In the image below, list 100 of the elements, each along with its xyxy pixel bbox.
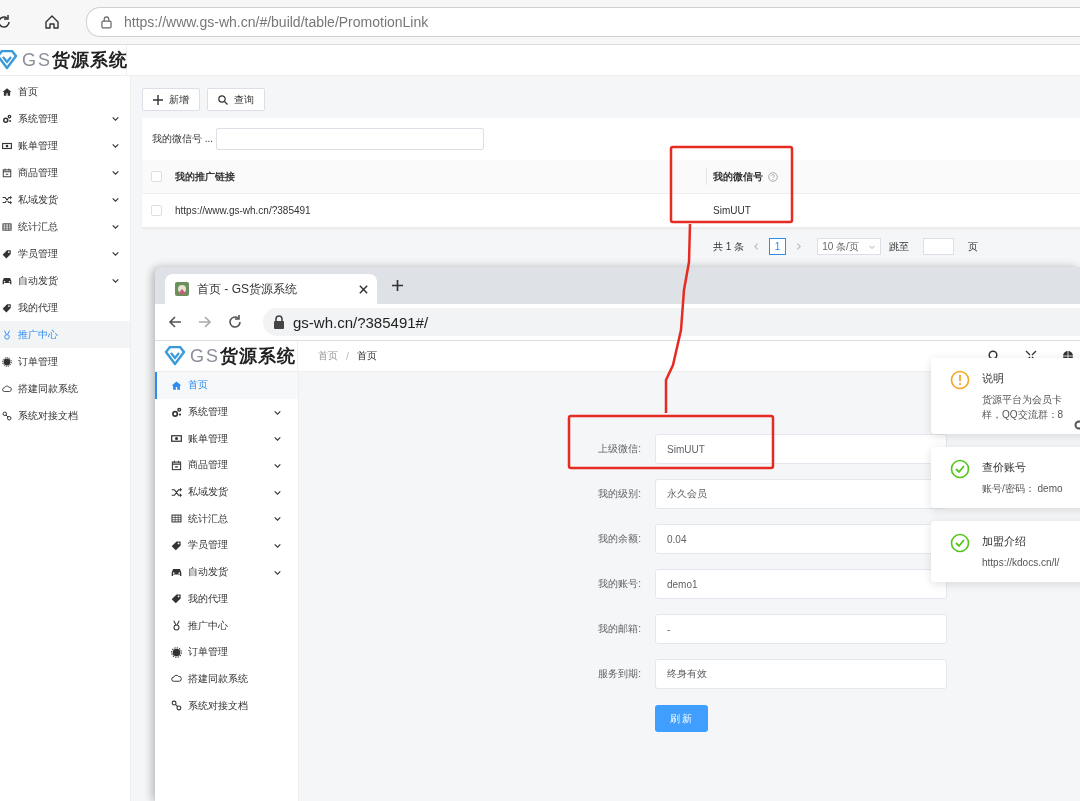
lock-icon [273, 315, 285, 329]
cloud-icon [171, 673, 182, 685]
sidebar-item[interactable]: 系统对接文档 [155, 692, 298, 719]
sidebar-item[interactable]: 推广中心 [155, 612, 298, 639]
sidebar-item[interactable]: 我的代理 [0, 294, 130, 321]
jump-label: 跳至 [889, 239, 910, 254]
back-arrow-icon[interactable] [167, 314, 183, 330]
input-field[interactable]: SimUUT [655, 434, 947, 464]
sidebar-item[interactable]: 统计汇总 [0, 213, 130, 240]
logo-icon [0, 50, 18, 70]
input-field[interactable]: 永久会员 [655, 479, 947, 509]
search-button[interactable]: 查询 [207, 88, 265, 111]
column-header: 我的推广链接 [175, 170, 235, 182]
check-circle-icon [950, 533, 970, 553]
total-count: 共 1 条 [713, 239, 745, 254]
sidebar-item[interactable]: 账单管理 [155, 425, 298, 453]
sidebar-item[interactable]: 统计汇总 [155, 505, 298, 533]
gears-icon [2, 113, 12, 124]
warning-icon [950, 370, 970, 390]
checkbox[interactable] [151, 171, 162, 182]
page-size-select[interactable]: 10 条/页 [817, 238, 882, 255]
sidebar-item[interactable]: 私域发货 [155, 478, 298, 506]
home-icon [171, 379, 182, 391]
grid-icon [2, 221, 12, 232]
banknote-icon [2, 140, 12, 151]
reload-icon[interactable] [0, 14, 12, 30]
home-icon[interactable] [44, 14, 60, 30]
logo-icon [164, 346, 186, 366]
sidebar-item[interactable]: 账单管理 [0, 132, 130, 159]
address-bar[interactable]: gs-wh.cn/?385491#/ [263, 308, 1080, 336]
sidebar-item[interactable]: 首页 [0, 78, 130, 105]
sidebar-item[interactable]: 订单管理 [0, 348, 130, 375]
sidebar-item[interactable]: 自动发货 [0, 267, 130, 294]
cloud-icon [2, 383, 12, 394]
input-field[interactable]: - [655, 614, 947, 644]
sidebar-item[interactable]: 系统管理 [155, 398, 298, 426]
calendar-icon [171, 459, 182, 471]
new-tab-icon[interactable] [391, 279, 404, 292]
sidebar-item[interactable]: 搭建同款系统 [0, 375, 130, 402]
sidebar-item[interactable]: 系统管理 [0, 105, 130, 132]
notification-title: 加盟介绍 [982, 534, 1027, 549]
field-label: 我的级别: [597, 487, 641, 501]
input-field[interactable]: demo1 [655, 569, 947, 599]
notification-title: 查价账号 [982, 460, 1027, 475]
notification-text: 样，QQ交流群：8 [982, 408, 1064, 422]
address-bar[interactable]: https://www.gs-wh.cn/#/build/table/PromotionLink [86, 7, 1080, 37]
breadcrumb-separator: / [346, 350, 349, 362]
sidebar-item[interactable]: 商品管理 [155, 452, 298, 479]
table-cell: https://www.gs-wh.cn/?385491 [175, 205, 311, 216]
app-logo: GS货源系统 [190, 345, 296, 368]
grid-icon [171, 513, 182, 525]
plus-icon [153, 94, 163, 105]
shuffle-icon [171, 486, 182, 498]
field-label: 服务到期: [597, 667, 641, 681]
calendar-icon [2, 167, 12, 178]
page-label: 页 [968, 239, 979, 254]
check-circle-icon [950, 459, 970, 479]
page-input[interactable] [923, 238, 955, 255]
field-label: 我的邮箱: [597, 622, 641, 636]
sidebar-item[interactable]: 我的代理 [155, 585, 298, 613]
link-icon [171, 700, 182, 712]
breadcrumb-item: 首页 [356, 349, 377, 363]
sidebar-item[interactable]: 搭建同款系统 [155, 665, 298, 693]
next-page-icon [794, 242, 804, 251]
input-field[interactable]: 终身有效 [655, 659, 947, 689]
sidebar-item[interactable]: 学员管理 [0, 240, 130, 267]
shuffle-icon [2, 194, 12, 205]
filter-input[interactable] [216, 127, 485, 150]
page-number[interactable]: 1 [769, 238, 787, 255]
table-cell: SimUUT [713, 205, 751, 216]
reload-icon[interactable] [227, 314, 243, 330]
add-button[interactable]: 新增 [142, 88, 200, 111]
tag-icon [171, 539, 182, 551]
field-label: 上级微信: [597, 442, 641, 456]
close-icon[interactable] [358, 283, 369, 295]
sidebar-item[interactable]: 商品管理 [0, 159, 130, 186]
field-label: 我的账号: [597, 577, 641, 591]
home-icon [2, 86, 12, 97]
checkbox[interactable] [151, 205, 162, 216]
lock-icon [101, 15, 112, 29]
sidebar-item[interactable]: 私域发货 [0, 186, 130, 213]
notification-text: https://kdocs.cn/l/ [982, 556, 1060, 570]
favicon-icon [175, 282, 189, 296]
browser-tab[interactable]: 首页 - GS货源系统 [165, 274, 377, 304]
sidebar-item[interactable]: 系统对接文档 [0, 402, 130, 429]
car-icon [171, 566, 182, 578]
search-icon [218, 94, 228, 105]
medal-icon [171, 620, 182, 632]
notification-text: 货源平台为会员卡 [982, 393, 1063, 407]
notification-text: 账号/密码： demo [982, 482, 1063, 496]
field-label: 我的余额: [597, 532, 641, 546]
sidebar-item[interactable]: 学员管理 [155, 532, 298, 559]
link-icon [2, 410, 12, 421]
sidebar-item[interactable]: 订单管理 [155, 638, 298, 666]
cog-icon [2, 356, 12, 367]
filter-label: 我的微信号 ... [152, 131, 214, 146]
gears-icon [171, 406, 182, 418]
column-header: 我的微信号 [713, 169, 763, 184]
notification-title: 说明 [982, 371, 1005, 386]
sidebar-item[interactable]: 自动发货 [155, 558, 298, 586]
